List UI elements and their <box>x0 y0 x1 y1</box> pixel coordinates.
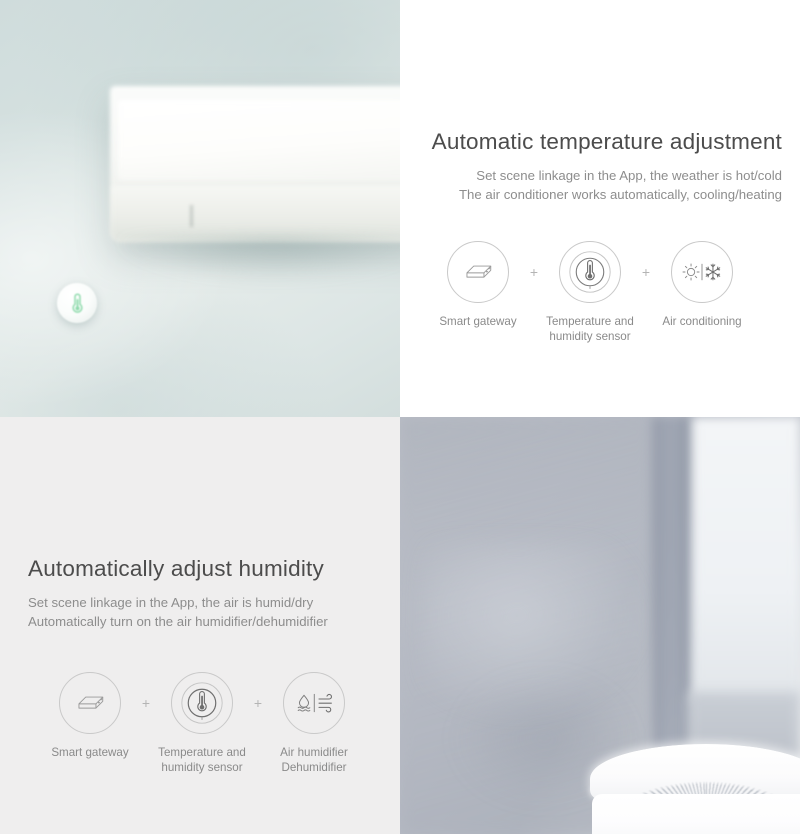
humidity-device-chain: Smart gateway + Temperature and humidity… <box>28 671 400 775</box>
temperature-humidity-sensor-icon-circle-humidity <box>171 671 233 734</box>
smart-gateway-icon <box>466 265 492 278</box>
air-purifier-photo <box>400 417 800 834</box>
purifier-body <box>592 794 800 834</box>
air-conditioning-icon-circle <box>671 240 733 303</box>
humidity-description: Set scene linkage in the App, the air is… <box>28 594 400 632</box>
wall-temperature-sensor-device <box>57 283 97 323</box>
smart-gateway-label: Smart gateway <box>51 745 129 759</box>
device-smart-gateway[interactable]: Smart gateway <box>430 240 526 329</box>
device-temperature-humidity-sensor[interactable]: Temperature and humidity sensor <box>542 240 638 344</box>
air-conditioner-front-panel <box>118 100 400 180</box>
plus-separator-2: + <box>641 263 651 280</box>
humidity-feature-panel: Automatically adjust humidity Set scene … <box>0 417 400 834</box>
device-air-humidifier-dehumidifier[interactable]: Air humidifier Dehumidifier <box>266 671 362 775</box>
air-humidifier-dehumidifier-icon-circle <box>283 671 345 734</box>
humidity-description-line-2: Automatically turn on the air humidifier… <box>28 614 328 629</box>
air-humidifier-dehumidifier-label: Air humidifier Dehumidifier <box>280 745 348 774</box>
thermometer-icon <box>72 293 82 313</box>
smart-gateway-label: Smart gateway <box>439 314 517 328</box>
air-conditioner-vent-notch <box>190 205 193 227</box>
bright-window-area <box>692 417 800 701</box>
air-purifier-device <box>590 744 800 834</box>
air-conditioning-icon <box>682 263 721 281</box>
smart-gateway-icon <box>78 696 104 709</box>
smart-gateway-icon-circle <box>447 240 509 303</box>
plus-separator-1: + <box>529 263 539 280</box>
temperature-humidity-sensor-label: Temperature and humidity sensor <box>546 314 634 343</box>
air-humidifier-dehumidifier-icon <box>297 693 332 713</box>
temperature-description: Set scene linkage in the App, the weathe… <box>400 167 782 205</box>
air-conditioner-drop-shadow <box>118 238 400 280</box>
purifier-radial-grille <box>603 752 800 800</box>
air-conditioning-label: Air conditioning <box>662 314 742 328</box>
air-conditioner-outlet-lip <box>112 186 400 240</box>
humidity-description-line-1: Set scene linkage in the App, the air is… <box>28 595 314 611</box>
temperature-description-line-2: The air conditioner works automatically,… <box>458 187 782 202</box>
humidity-headline: Automatically adjust humidity <box>28 556 324 581</box>
temperature-device-chain: Smart gateway + Temperature and humidity… <box>400 240 782 344</box>
device-air-conditioning[interactable]: Air conditioning <box>654 240 750 329</box>
temperature-humidity-sensor-icon-circle <box>559 240 621 303</box>
purifier-top-surface <box>590 744 800 800</box>
air-conditioner-photo <box>0 0 400 417</box>
temperature-humidity-sensor-icon <box>569 251 611 293</box>
temperature-description-line-1: Set scene linkage in the App, the weathe… <box>476 168 782 184</box>
plus-separator-4: + <box>253 694 263 711</box>
plus-separator-3: + <box>141 694 151 711</box>
temperature-humidity-sensor-icon <box>181 682 223 724</box>
temperature-headline: Automatic temperature adjustment <box>431 129 782 154</box>
smart-gateway-icon-circle-humidity <box>59 671 121 734</box>
product-feature-grid: Automatic temperature adjustment Set sce… <box>0 0 800 834</box>
device-smart-gateway-humidity[interactable]: Smart gateway <box>42 671 138 760</box>
temperature-feature-panel: Automatic temperature adjustment Set sce… <box>400 0 800 417</box>
temperature-humidity-sensor-label: Temperature and humidity sensor <box>158 745 246 774</box>
device-temperature-humidity-sensor-humidity[interactable]: Temperature and humidity sensor <box>154 671 250 775</box>
